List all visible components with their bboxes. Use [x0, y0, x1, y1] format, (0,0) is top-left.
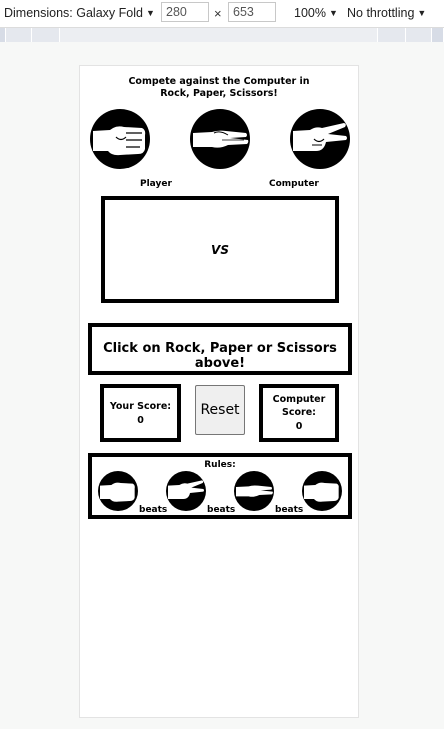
scissors-hand-icon: [293, 123, 347, 151]
rock-hand-icon: [93, 126, 146, 156]
emulated-viewport: Compete against the Computer in Rock, Pa…: [79, 65, 359, 718]
ruler-segment[interactable]: [60, 28, 378, 42]
beats-text-3: beats: [275, 505, 304, 515]
caret-down-icon: ▼: [328, 8, 338, 18]
rules-box: Rules: beats beats beats: [88, 453, 352, 519]
times-symbol: ×: [214, 6, 222, 21]
rule-scissors-icon: [166, 471, 206, 511]
dimensions-label: Dimensions: Galaxy Fold: [4, 6, 143, 20]
your-score-box: Your Score: 0: [100, 384, 181, 442]
computer-label: Computer: [269, 179, 319, 189]
caret-down-icon: ▼: [145, 8, 155, 18]
media-query-ruler[interactable]: [0, 28, 444, 42]
rules-title: Rules:: [204, 460, 236, 470]
caret-down-icon: ▼: [417, 8, 427, 18]
rule-paper-icon: [234, 471, 274, 511]
page-title: Compete against the Computer in Rock, Pa…: [80, 76, 358, 100]
player-label: Player: [140, 179, 172, 189]
beats-text-2: beats: [207, 505, 236, 515]
paper-button[interactable]: [190, 109, 250, 169]
reset-button[interactable]: Reset: [195, 385, 245, 435]
battle-display: VS: [101, 196, 339, 303]
rule-rock-icon-2: [302, 471, 342, 511]
beats-text-1: beats: [139, 505, 168, 515]
dimensions-dropdown[interactable]: Dimensions: Galaxy Fold ▼: [4, 6, 155, 20]
ruler-segment[interactable]: [378, 28, 406, 42]
throttling-label: No throttling: [347, 6, 415, 20]
paper-hand-icon: [193, 130, 249, 148]
your-score-value: 0: [137, 415, 144, 426]
zoom-dropdown[interactable]: 100% ▼: [294, 6, 338, 20]
width-input[interactable]: 280: [161, 2, 209, 22]
computer-score-value: 0: [295, 421, 303, 432]
ruler-segment[interactable]: [432, 28, 444, 42]
devtools-device-toolbar: Dimensions: Galaxy Fold ▼ 280 × 653 100% ▼…: [0, 0, 444, 28]
throttling-dropdown[interactable]: No throttling ▼: [347, 6, 426, 20]
message-box: Click on Rock, Paper or Scissors above!: [88, 323, 352, 375]
title-line-2: Rock, Paper, Scissors!: [160, 88, 278, 99]
zoom-label: 100%: [294, 6, 326, 20]
your-score-label: Your Score:: [109, 401, 172, 412]
result-message: Click on Rock, Paper or Scissors above!: [103, 341, 337, 371]
rule-rock-icon: [98, 471, 138, 511]
title-line-1: Compete against the Computer in: [128, 76, 310, 87]
ruler-segment[interactable]: [406, 28, 432, 42]
computer-score-box: Computer Score: 0: [259, 384, 339, 442]
ruler-segment[interactable]: [32, 28, 60, 42]
rock-button[interactable]: [90, 109, 150, 169]
computer-score-label-line-1: Computer: [272, 394, 326, 405]
ruler-segment[interactable]: [6, 28, 32, 42]
vs-text: VS: [211, 243, 229, 257]
computer-score-label-line-2: Score:: [282, 407, 316, 418]
height-input[interactable]: 653: [228, 2, 276, 22]
scissors-button[interactable]: [290, 109, 350, 169]
